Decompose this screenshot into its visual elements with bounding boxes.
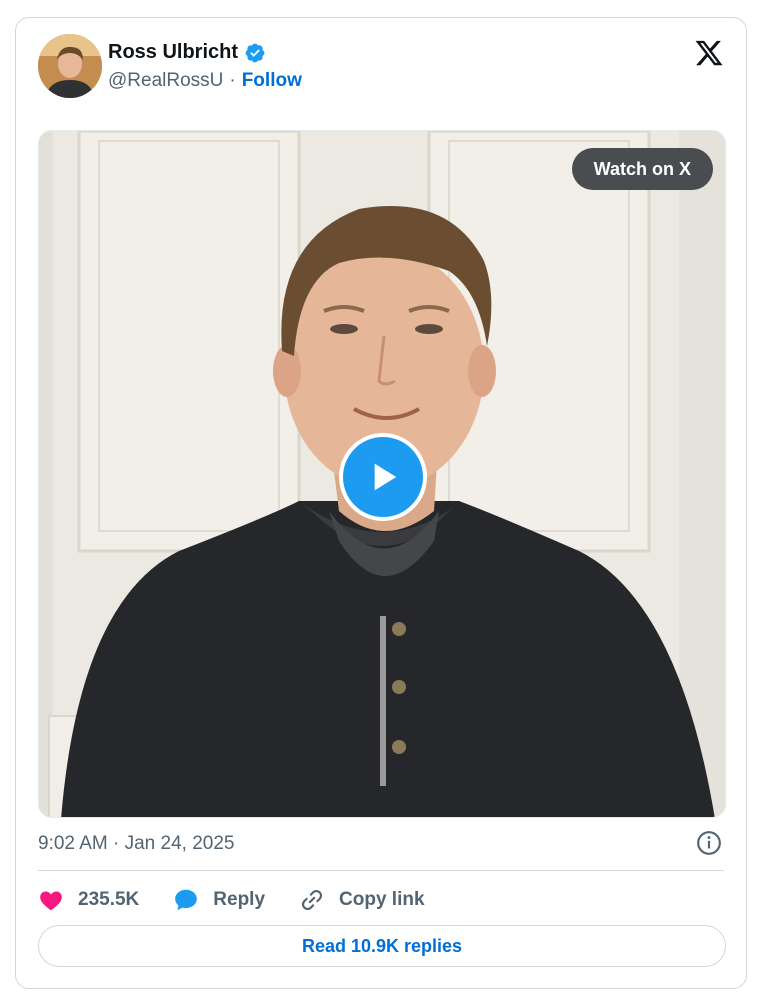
video-player[interactable]: Watch on X xyxy=(38,130,726,818)
verified-badge-icon xyxy=(245,43,265,62)
author-name-row: Ross Ulbricht xyxy=(108,41,266,64)
copy-link-label: Copy link xyxy=(339,889,425,910)
copy-link-button[interactable]: Copy link xyxy=(299,887,425,913)
author-name[interactable]: Ross Ulbricht xyxy=(108,41,238,64)
x-logo-icon[interactable] xyxy=(694,38,724,68)
reply-button[interactable]: Reply xyxy=(173,887,265,913)
author-handle-row: @RealRossU · Follow xyxy=(108,70,302,92)
author-handle[interactable]: @RealRossU xyxy=(108,70,223,92)
reply-label: Reply xyxy=(213,889,266,910)
watch-on-x-button[interactable]: Watch on X xyxy=(571,148,713,190)
heart-icon xyxy=(40,891,62,911)
post-timestamp[interactable]: 9:02 AM · Jan 24, 2025 xyxy=(38,833,234,855)
action-bar: 235.5K Reply Copy link xyxy=(38,882,459,918)
like-count: 235.5K xyxy=(78,889,140,910)
separator-dot: · xyxy=(229,70,236,91)
play-button[interactable] xyxy=(339,433,427,521)
link-icon xyxy=(301,889,323,911)
play-icon xyxy=(374,463,397,491)
divider xyxy=(38,870,724,871)
info-icon[interactable] xyxy=(696,830,722,856)
embedded-post-card: Ross Ulbricht @RealRossU · Follow Watch … xyxy=(15,17,747,989)
speech-bubble-icon xyxy=(175,889,198,911)
follow-button[interactable]: Follow xyxy=(242,70,302,92)
avatar[interactable] xyxy=(38,34,102,98)
like-button[interactable]: 235.5K xyxy=(38,887,139,913)
read-replies-button[interactable]: Read 10.9K replies xyxy=(38,925,726,967)
